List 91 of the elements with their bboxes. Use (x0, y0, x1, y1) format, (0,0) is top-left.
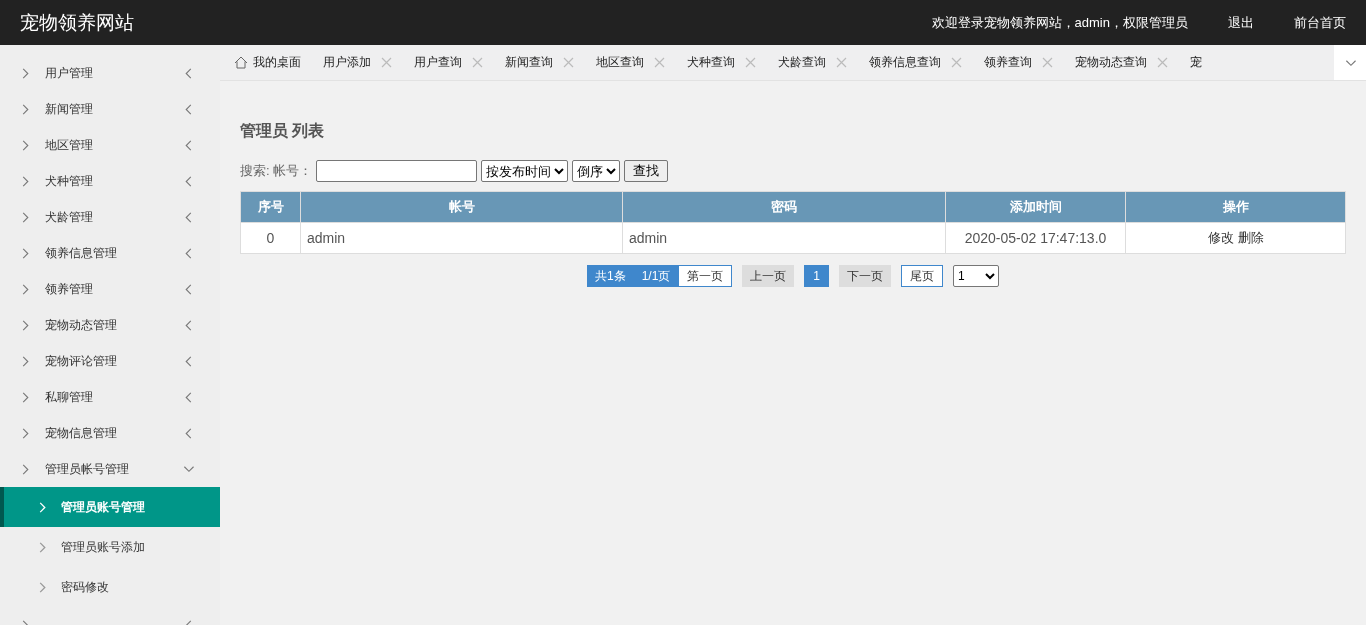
column-header: 序号 (240, 191, 301, 223)
chevron-left-icon (183, 319, 194, 331)
tab[interactable]: 犬龄查询 (778, 54, 847, 71)
sidebar-item[interactable]: 领养信息管理 (0, 235, 220, 271)
header-link[interactable]: 前台首页 (1294, 13, 1346, 32)
tab[interactable]: 新闻查询 (505, 54, 574, 71)
chevron-right-icon (20, 175, 31, 187)
chevron-right-icon (38, 541, 47, 553)
search-label: 搜索: 帐号： (240, 162, 313, 180)
page-title: 管理员 列表 (240, 121, 326, 141)
chevron-left-icon (183, 427, 194, 439)
chevron-right-icon (20, 319, 31, 331)
sort-select[interactable]: 按发布时间 (481, 160, 569, 182)
order-select[interactable]: 倒序 (572, 160, 621, 182)
chevron-right-icon (38, 501, 47, 513)
sidebar-item[interactable]: 地区管理 (0, 127, 220, 163)
sidebar-item[interactable]: 宠物动态管理 (0, 307, 220, 343)
page-summary: 共1条 1/1页 (586, 265, 679, 287)
tab[interactable]: 用户查询 (414, 54, 483, 71)
tab[interactable]: 我的桌面 (234, 54, 301, 71)
table-cell: 0 (240, 222, 301, 254)
close-icon[interactable] (1042, 57, 1053, 68)
chevron-right-icon (20, 391, 31, 403)
action-link[interactable]: 删除 (1237, 230, 1264, 245)
submenu-item[interactable]: 管理员账号添加 (0, 527, 220, 567)
column-header: 操作 (1125, 191, 1346, 223)
close-icon[interactable] (381, 57, 392, 68)
sidebar-item[interactable]: 宠物评论管理 (0, 343, 220, 379)
welcome-text: 欢迎登录宠物领养网站，admin，权限管理员 (931, 13, 1188, 32)
tab[interactable]: 宠 (1190, 54, 1202, 71)
chevron-left-icon (183, 391, 194, 403)
sidebar-item[interactable]: 新闻管理 (0, 91, 220, 127)
table-cell: admin (622, 222, 946, 254)
close-icon[interactable] (745, 57, 756, 68)
page-link[interactable]: 尾页 (901, 265, 944, 287)
tab[interactable]: 领养信息查询 (869, 54, 962, 71)
page-link[interactable]: 第一页 (678, 265, 733, 287)
chevron-left-icon (183, 139, 194, 151)
sidebar-item[interactable]: 犬龄管理 (0, 199, 220, 235)
chevron-right-icon (20, 463, 31, 475)
column-header: 添加时间 (945, 191, 1126, 223)
page-select[interactable]: 1 (953, 265, 1000, 287)
sidebar-item[interactable]: 用户管理 (0, 55, 220, 91)
close-icon[interactable] (836, 57, 847, 68)
tab[interactable]: 犬种查询 (687, 54, 756, 71)
sidebar-item[interactable]: 管理员帐号管理 (0, 451, 220, 487)
sidebar-item[interactable]: 私聊管理 (0, 379, 220, 415)
tab[interactable]: 宠物动态查询 (1075, 54, 1168, 71)
chevron-left-icon (183, 247, 194, 259)
chevron-right-icon (20, 247, 31, 259)
search-field[interactable] (316, 160, 478, 182)
home-icon (234, 56, 248, 69)
chevron-left-icon (183, 355, 194, 367)
chevron-left-icon (183, 103, 194, 115)
tab[interactable]: 用户添加 (323, 54, 392, 71)
header-link[interactable]: 退出 (1228, 13, 1254, 32)
page-link[interactable]: 1 (804, 265, 830, 287)
chevron-right-icon (20, 211, 31, 223)
chevron-left-icon (183, 283, 194, 295)
site-title: 宠物领养网站 (20, 10, 134, 35)
sidebar-item[interactable]: 领养管理 (0, 271, 220, 307)
chevron-right-icon (20, 139, 31, 151)
close-icon[interactable] (1157, 57, 1168, 68)
chevron-right-icon (38, 581, 47, 593)
page-link[interactable]: 下一页 (839, 265, 892, 287)
chevron-right-icon (20, 355, 31, 367)
sidebar-item[interactable]: 宠物信息管理 (0, 415, 220, 451)
column-header: 帐号 (300, 191, 623, 223)
action-link[interactable]: 修改 (1207, 230, 1234, 245)
close-icon[interactable] (472, 57, 483, 68)
table-cell: admin (300, 222, 623, 254)
sidebar-item[interactable]: 犬种管理 (0, 163, 220, 199)
chevron-right-icon (20, 67, 31, 79)
column-header: 密码 (622, 191, 946, 223)
chevron-left-icon (183, 175, 194, 187)
chevron-left-icon (183, 67, 194, 79)
chevron-right-icon (20, 427, 31, 439)
close-icon[interactable] (951, 57, 962, 68)
page-link[interactable]: 上一页 (742, 265, 795, 287)
chevron-right-icon (20, 103, 31, 115)
close-icon[interactable] (654, 57, 665, 68)
submenu-item[interactable]: 密码修改 (0, 567, 220, 607)
submenu-item[interactable]: 管理员账号管理 (0, 487, 220, 527)
tab[interactable]: 领养查询 (984, 54, 1053, 71)
tab[interactable]: 地区查询 (596, 54, 665, 71)
chevron-left-icon (183, 211, 194, 223)
search-button[interactable]: 查找 (624, 160, 669, 182)
table-cell: 2020-05-02 17:47:13.0 (945, 222, 1126, 254)
tab-menu-button[interactable] (1334, 45, 1366, 80)
close-icon[interactable] (563, 57, 574, 68)
chevron-right-icon (20, 283, 31, 295)
